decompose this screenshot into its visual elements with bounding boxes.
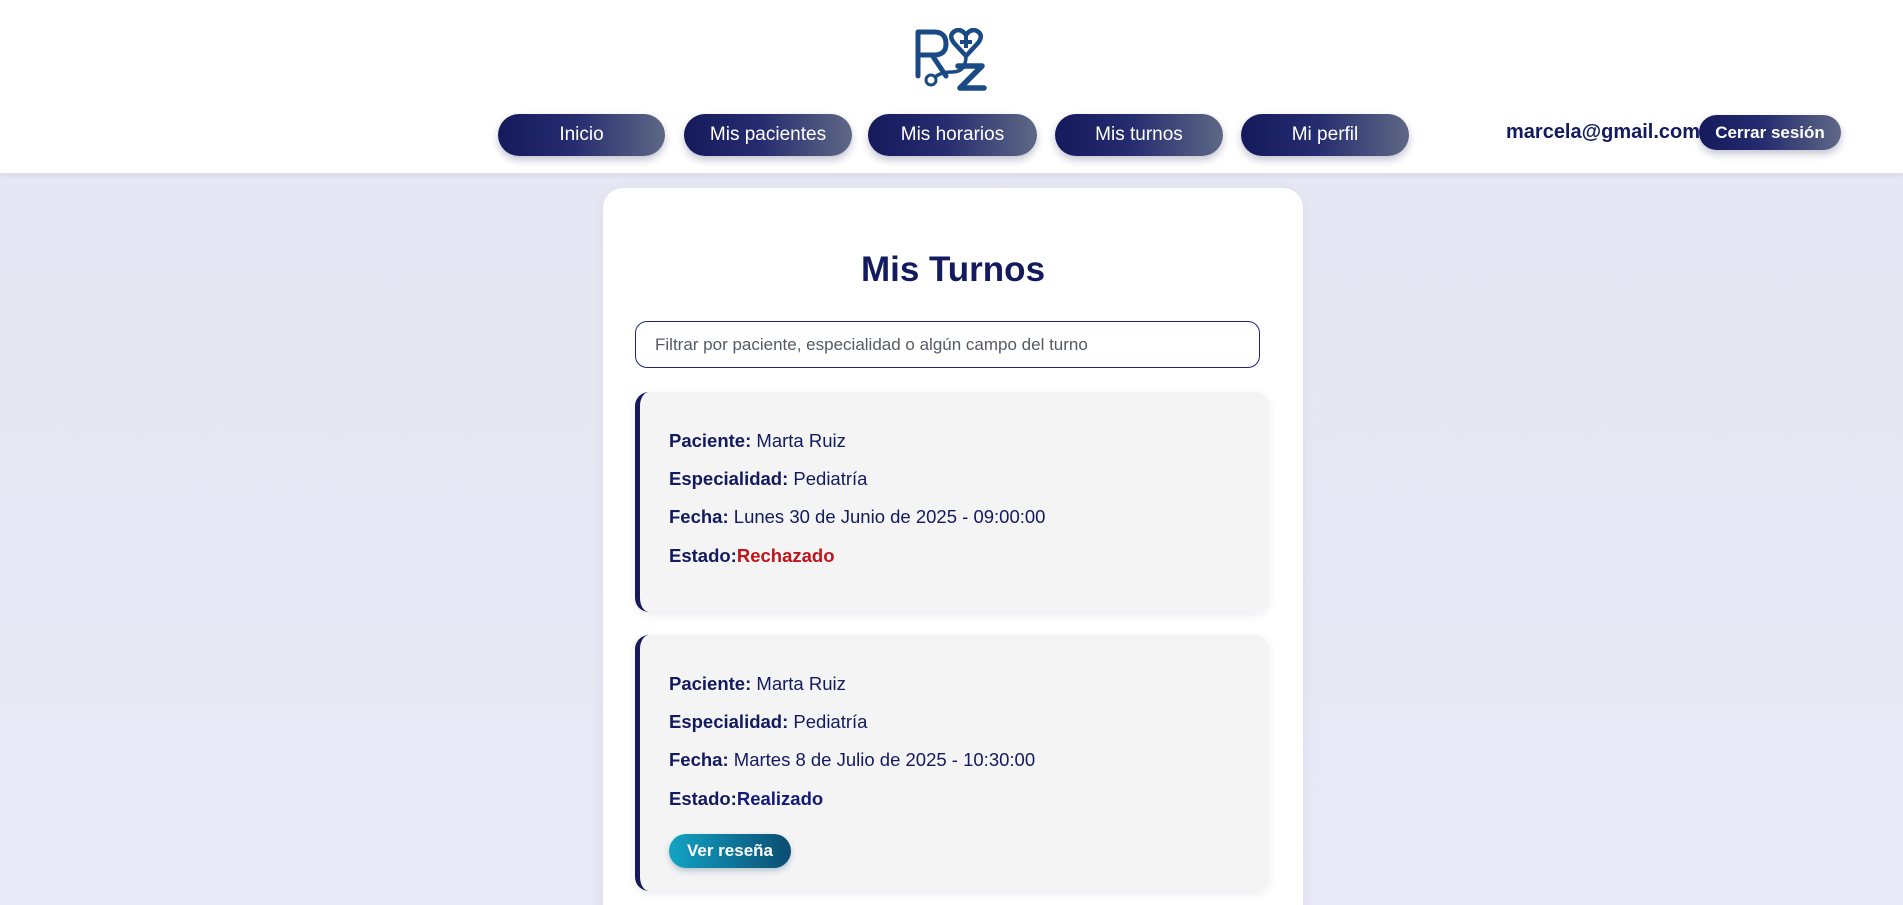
nav-mis-turnos[interactable]: Mis turnos	[1055, 114, 1223, 156]
turno-fecha: Fecha: Martes 8 de Julio de 2025 - 10:30…	[669, 749, 1035, 771]
logout-button[interactable]: Cerrar sesión	[1699, 115, 1841, 150]
filter-input[interactable]	[635, 321, 1260, 368]
ver-resena-button[interactable]: Ver reseña	[669, 834, 791, 868]
fecha-label: Fecha:	[669, 749, 729, 770]
estado-rechazado: Rechazado	[736, 545, 835, 566]
paciente-value: Marta Ruiz	[756, 673, 846, 694]
especialidad-value: Pediatría	[793, 711, 868, 732]
nav-inicio[interactable]: Inicio	[498, 114, 665, 156]
turno-paciente: Paciente: Marta Ruiz	[669, 673, 846, 695]
turno-fecha: Fecha: Lunes 30 de Junio de 2025 - 09:00…	[669, 506, 1045, 528]
paciente-value: Marta Ruiz	[756, 430, 846, 451]
nav-mi-perfil[interactable]: Mi perfil	[1241, 114, 1409, 156]
fecha-value: Martes 8 de Julio de 2025 - 10:30:00	[733, 749, 1036, 770]
estado-label: Estado:	[669, 545, 737, 566]
nav-mis-pacientes[interactable]: Mis pacientes	[684, 114, 852, 156]
user-email: marcela@gmail.com	[1506, 121, 1701, 143]
especialidad-value: Pediatría	[793, 468, 868, 489]
turno-paciente: Paciente: Marta Ruiz	[669, 430, 846, 452]
page-title: Mis Turnos	[860, 250, 1046, 289]
top-header: Inicio Mis pacientes Mis horarios Mis tu…	[0, 0, 1903, 173]
estado-realizado: Realizado	[736, 788, 824, 809]
turno-card: Paciente: Marta Ruiz Especialidad: Pedia…	[635, 635, 1269, 891]
turno-estado: Estado:Realizado	[669, 788, 823, 810]
turno-especialidad: Especialidad: Pediatría	[669, 468, 867, 490]
fecha-value: Lunes 30 de Junio de 2025 - 09:00:00	[733, 506, 1046, 527]
estado-label: Estado:	[669, 788, 737, 809]
paciente-label: Paciente:	[669, 430, 752, 451]
especialidad-label: Especialidad:	[669, 711, 789, 732]
paciente-label: Paciente:	[669, 673, 752, 694]
especialidad-label: Especialidad:	[669, 468, 789, 489]
turno-card: Paciente: Marta Ruiz Especialidad: Pedia…	[635, 392, 1269, 612]
nav-mis-horarios[interactable]: Mis horarios	[868, 114, 1037, 156]
turno-estado: Estado:Rechazado	[669, 545, 835, 567]
logo-icon	[915, 27, 987, 91]
logo[interactable]	[912, 27, 988, 92]
turno-especialidad: Especialidad: Pediatría	[669, 711, 867, 733]
fecha-label: Fecha:	[669, 506, 729, 527]
